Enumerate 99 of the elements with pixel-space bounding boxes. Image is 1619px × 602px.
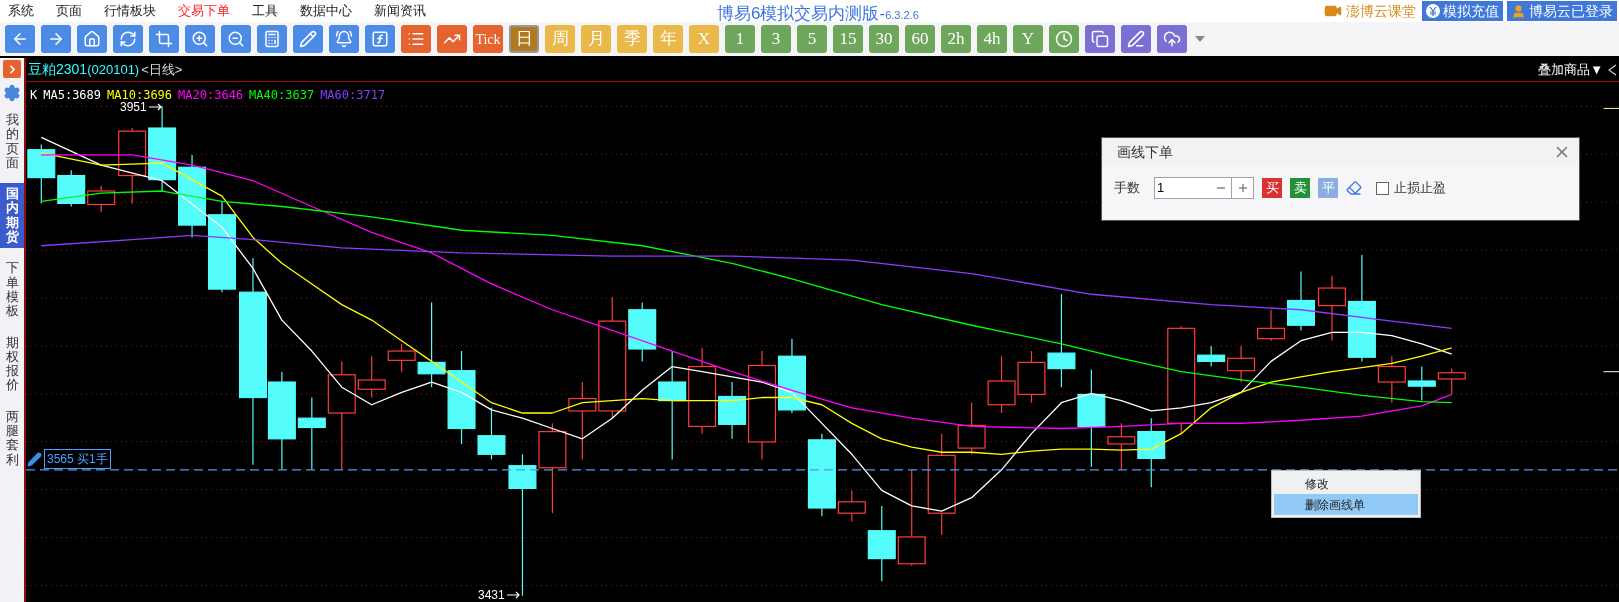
low-price-label: 3431 [478, 587, 505, 602]
menu-item[interactable]: 行情板块 [104, 1, 156, 21]
indicator-label: MA20:3646 [178, 87, 244, 104]
period-button[interactable]: 15 [833, 25, 863, 53]
stacked-squares-icon [1091, 30, 1109, 48]
period-button[interactable]: 1 [725, 25, 755, 53]
back-button[interactable] [5, 25, 35, 53]
list-button[interactable] [401, 25, 431, 53]
stop-checkbox[interactable] [1376, 181, 1389, 195]
cloud-button[interactable] [1157, 25, 1187, 53]
menu-item[interactable]: 页面 [56, 1, 82, 21]
arrow-right-icon [506, 590, 521, 600]
symbol-code: (020101) [87, 60, 140, 79]
user-icon [1511, 3, 1526, 19]
menu-item[interactable]: 数据中心 [300, 1, 352, 21]
period-button[interactable]: Y [1013, 25, 1043, 53]
sidebar-item[interactable]: 两腿套利 [0, 405, 24, 471]
stop-label: 止损止盈 [1394, 179, 1446, 198]
period-button[interactable]: 日 [509, 25, 539, 53]
function-icon [371, 30, 389, 48]
refresh-button[interactable] [113, 25, 143, 53]
sidebar-item[interactable]: 我的页面 [0, 109, 24, 175]
version-text: 6.3.2.6 [885, 8, 919, 23]
period-button[interactable]: 30 [869, 25, 899, 53]
dropdown-caret-icon[interactable] [1195, 36, 1205, 42]
period-button[interactable]: 60 [905, 25, 935, 53]
menu-item[interactable]: 系统 [8, 1, 34, 21]
period-label: <日线> [141, 60, 183, 79]
calculator-button[interactable] [257, 25, 287, 53]
crop-icon [155, 30, 173, 48]
alert-button[interactable] [329, 25, 359, 53]
home-button[interactable] [77, 25, 107, 53]
period-button[interactable]: Tick [473, 25, 503, 53]
menu-item[interactable]: 工具 [252, 1, 278, 21]
sidebar-item[interactable]: 下单模板 [0, 257, 24, 323]
login-status-button[interactable]: 博易云已登录 [1507, 1, 1617, 21]
eraser-icon[interactable] [1346, 180, 1362, 196]
pen-line-icon [1127, 30, 1145, 48]
price-marker [1603, 371, 1619, 373]
plus-icon [1236, 182, 1249, 194]
formula-button[interactable] [365, 25, 395, 53]
dialog-title: 画线下单 [1117, 142, 1173, 162]
course-link[interactable]: 澎博云课堂 [1322, 0, 1418, 22]
period-button[interactable]: 4h [977, 25, 1007, 53]
symbol-name: 豆粕2301 [28, 60, 88, 79]
candle [987, 355, 1016, 414]
period-button[interactable]: 2h [941, 25, 971, 53]
sidebar-item[interactable]: 国内期货 [0, 183, 24, 249]
lots-label: 手数 [1114, 179, 1140, 198]
order-button[interactable]: 平 [1318, 178, 1338, 198]
indicator-label: MA5:3689 [43, 87, 102, 104]
zoom-in-icon [191, 30, 209, 48]
price-marker [1603, 107, 1619, 109]
pencil-icon [299, 30, 317, 48]
sidebar-item[interactable]: 期权报价 [0, 331, 24, 397]
forward-button[interactable] [41, 25, 71, 53]
cloud-upload-icon [1163, 30, 1181, 48]
order-button[interactable]: 买 [1262, 178, 1282, 198]
sign-button[interactable] [1121, 25, 1151, 53]
high-price-label: 3951 [120, 99, 147, 116]
arrow-right-icon [47, 30, 65, 48]
draw-button[interactable] [293, 25, 323, 53]
period-button[interactable]: 3 [761, 25, 791, 53]
recharge-button[interactable]: 模拟充值 [1422, 1, 1503, 21]
arrow-right-icon [148, 102, 163, 112]
clock-icon [1055, 30, 1073, 48]
clock-button[interactable] [1049, 25, 1079, 53]
order-button[interactable]: 卖 [1290, 178, 1310, 198]
indicator-label: MA10:3696 [107, 87, 173, 102]
windows-button[interactable] [1085, 25, 1115, 53]
candle [1407, 365, 1436, 402]
settings-icon[interactable] [3, 84, 21, 102]
home-icon [83, 30, 101, 48]
menu-item[interactable]: 交易下单 [178, 1, 230, 21]
calculator-icon [263, 30, 281, 48]
menu-item[interactable]: 新闻资讯 [374, 1, 426, 21]
order-price-line[interactable] [26, 469, 1619, 471]
zoom-out-icon [227, 30, 245, 48]
candle [87, 185, 116, 213]
indicator-label: MA60:3717 [320, 87, 386, 104]
chart-button[interactable] [437, 25, 467, 53]
overlay-button[interactable]: 叠加商品▼ [1538, 59, 1603, 80]
expand-button[interactable] [3, 60, 21, 78]
indicator-label: MA40:3637 [249, 87, 315, 104]
indicator-label: K [30, 87, 38, 104]
context-menu-item[interactable]: 修改 [1274, 473, 1418, 494]
list-icon [407, 30, 425, 48]
crop-button[interactable] [149, 25, 179, 53]
bell-icon [335, 30, 353, 48]
refresh-icon [119, 30, 137, 48]
app-title: 博易6模拟交易内测版- [717, 3, 886, 25]
candle [1437, 368, 1466, 396]
yuan-icon [1426, 4, 1440, 18]
zoom-in-button[interactable] [185, 25, 215, 53]
pencil-icon [27, 451, 42, 467]
context-menu-item[interactable]: 删除画线单 [1274, 494, 1418, 515]
zoom-out-button[interactable] [221, 25, 251, 53]
period-button[interactable]: 5 [797, 25, 827, 53]
order-line-label[interactable]: 3565 买1手 [44, 449, 111, 469]
